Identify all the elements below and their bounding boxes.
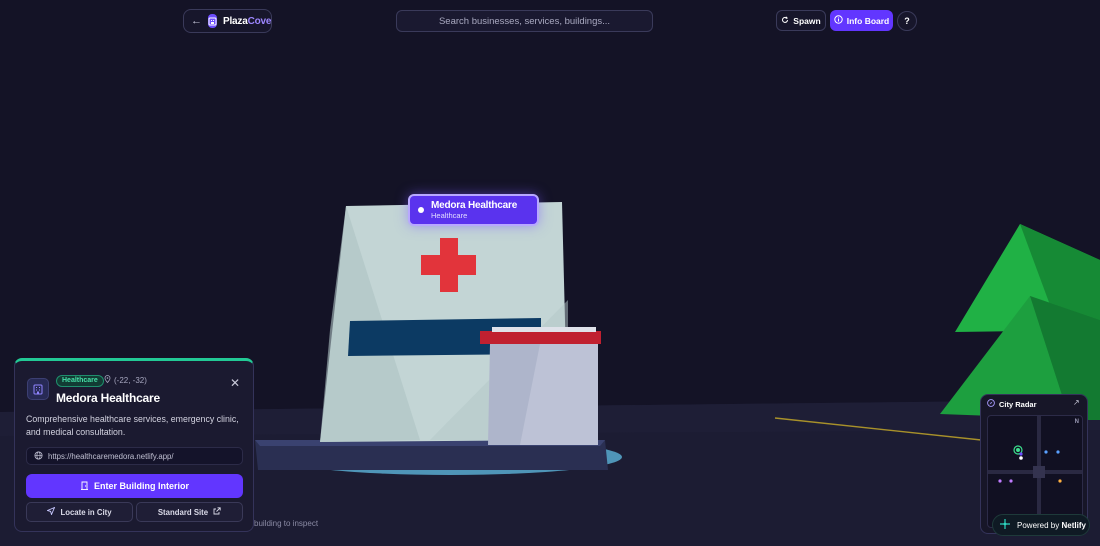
annex-roof	[480, 331, 601, 344]
brand-name: PlazaCove	[223, 15, 272, 27]
globe-icon	[34, 451, 43, 462]
navigation-icon	[46, 506, 56, 517]
expand-icon[interactable]: ↗	[1073, 398, 1080, 407]
coordinates: (-22, -32)	[104, 375, 147, 387]
building-info-panel: Healthcare (-22, -32) Medora Healthcare …	[14, 358, 254, 532]
info-icon	[834, 15, 843, 26]
radar-title: City Radar	[999, 399, 1037, 409]
building-label[interactable]: Medora Healthcare Healthcare	[408, 194, 539, 226]
spawn-label: Spawn	[793, 15, 821, 26]
inspect-hint: building to inspect	[254, 519, 319, 528]
player-marker	[1019, 456, 1023, 460]
locate-in-city-label: Locate in City	[60, 507, 112, 517]
help-icon: ?	[904, 16, 910, 26]
arrow-left-icon[interactable]: ←	[191, 15, 202, 27]
map-pin-icon	[104, 375, 111, 387]
radar-header: City Radar	[987, 399, 1037, 409]
enter-building-button[interactable]: Enter Building Interior	[26, 474, 243, 498]
brand-home-button[interactable]: ← PlazaCove	[183, 9, 272, 33]
enter-building-label: Enter Building Interior	[93, 481, 189, 491]
refresh-icon	[781, 15, 789, 26]
building-icon	[208, 14, 217, 28]
help-button[interactable]: ?	[897, 11, 917, 31]
door-icon	[80, 481, 89, 492]
spawn-button[interactable]: Spawn	[776, 10, 826, 31]
compass-icon	[987, 399, 995, 409]
website-url[interactable]: https://healthcaremedora.netlify.app/	[26, 447, 243, 465]
locate-in-city-button[interactable]: Locate in City	[26, 502, 133, 522]
coordinates-value: (-22, -32)	[114, 376, 147, 385]
building-title: Medora Healthcare	[56, 391, 160, 405]
radar-map[interactable]: N	[987, 415, 1083, 528]
info-board-label: Info Board	[846, 15, 890, 26]
building-label-name: Medora Healthcare	[431, 200, 518, 211]
search-input[interactable]: Search businesses, services, buildings..…	[396, 10, 653, 32]
category-badge: Healthcare	[56, 375, 104, 387]
powered-by-text: Powered by Netlify	[1017, 520, 1086, 530]
close-icon[interactable]: ✕	[229, 377, 241, 389]
standard-site-button[interactable]: Standard Site	[136, 502, 243, 522]
external-link-icon	[213, 507, 221, 517]
building-label-category: Healthcare	[431, 211, 468, 220]
building-description: Comprehensive healthcare services, emerg…	[26, 414, 239, 437]
info-board-button[interactable]: Info Board	[830, 10, 893, 31]
powered-by-netlify-badge[interactable]: Powered by Netlify	[992, 514, 1090, 536]
netlify-icon	[999, 518, 1011, 532]
website-url-text: https://healthcaremedora.netlify.app/	[48, 451, 174, 461]
north-indicator: N	[1074, 419, 1079, 425]
standard-site-label: Standard Site	[157, 507, 209, 517]
building-icon	[27, 378, 49, 400]
label-dot	[418, 207, 424, 213]
city-radar[interactable]: City Radar ↗ N	[980, 394, 1088, 534]
